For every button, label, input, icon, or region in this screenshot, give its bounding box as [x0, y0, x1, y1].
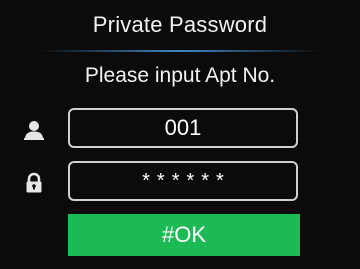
ok-button-label: #OK — [161, 222, 207, 247]
page-title: Private Password — [92, 12, 268, 37]
password-masked-value: ****** — [142, 169, 231, 192]
lock-icon — [22, 171, 46, 195]
private-password-screen: Private Password Please input Apt No. 00… — [0, 0, 360, 269]
user-icon — [22, 118, 46, 142]
password-field[interactable]: ****** — [68, 161, 298, 201]
input-prompt: Please input Apt No. — [84, 64, 276, 87]
apartment-number-value: 001 — [164, 115, 202, 140]
apartment-number-field[interactable]: 001 — [68, 108, 298, 148]
title-divider — [40, 50, 320, 52]
ok-button[interactable]: #OK — [68, 214, 300, 256]
